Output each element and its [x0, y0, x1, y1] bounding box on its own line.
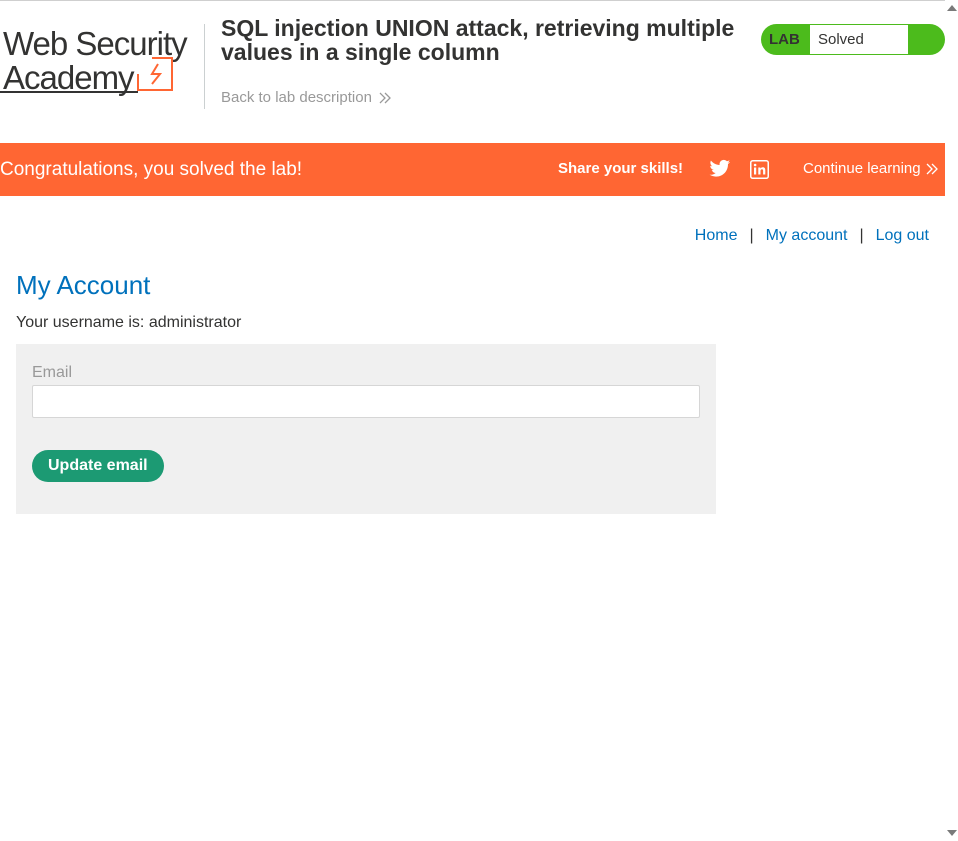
lab-header: Web Security Academy SQL injection UNION… — [0, 0, 945, 143]
web-security-academy-logo[interactable]: Web Security Academy — [0, 22, 204, 96]
double-chevron-right-icon — [926, 163, 938, 174]
linkedin-icon[interactable] — [750, 160, 769, 179]
double-chevron-right-icon — [379, 92, 391, 103]
nav-home-link[interactable]: Home — [695, 227, 738, 245]
lab-status-text: Solved — [810, 25, 908, 54]
email-input[interactable] — [32, 385, 700, 418]
share-skills-label: Share your skills! — [558, 160, 684, 177]
continue-learning-label: Continue learning — [803, 160, 921, 177]
continue-learning-link[interactable]: Continue learning — [803, 160, 939, 177]
scroll-down-arrow-icon[interactable] — [947, 830, 957, 836]
nav-separator: | — [859, 227, 864, 244]
vertical-scrollbar[interactable] — [945, 0, 958, 841]
top-nav: Home | My account | Log out — [695, 227, 929, 245]
scroll-up-arrow-icon[interactable] — [947, 5, 957, 11]
email-label: Email — [32, 364, 73, 381]
lab-status-tag: LAB — [769, 31, 800, 48]
svg-text:Web Security: Web Security — [3, 25, 188, 62]
back-link-label: Back to lab description — [221, 89, 372, 106]
solved-message: Congratulations, you solved the lab! — [0, 159, 303, 180]
update-email-button[interactable]: Update email — [32, 450, 164, 482]
nav-separator: | — [749, 227, 754, 244]
solved-banner: Congratulations, you solved the lab! Sha… — [0, 143, 945, 196]
lab-title: SQL injection UNION attack, retrieving m… — [221, 15, 735, 65]
lab-status-widget: LAB Solved — [761, 24, 945, 55]
twitter-icon[interactable] — [709, 159, 731, 179]
change-email-form: Email Update email — [16, 344, 716, 514]
logo-divider — [204, 24, 205, 109]
svg-text:Academy: Academy — [3, 59, 135, 96]
back-to-lab-description-link[interactable]: Back to lab description — [221, 89, 392, 106]
username-line: Your username is: administrator — [16, 314, 242, 331]
nav-my-account-link[interactable]: My account — [766, 227, 848, 245]
nav-log-out-link[interactable]: Log out — [876, 227, 929, 245]
page-title: My Account — [16, 270, 151, 300]
